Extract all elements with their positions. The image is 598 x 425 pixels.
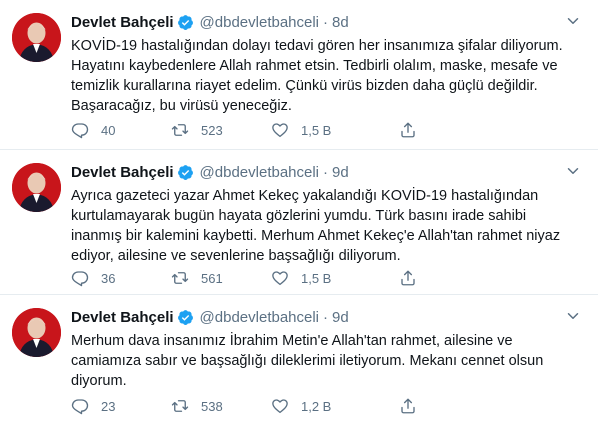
retweet-button[interactable]: 538 xyxy=(171,397,271,415)
author-handle[interactable]: @dbdevletbahceli xyxy=(200,164,319,181)
like-button[interactable]: 1,5 B xyxy=(271,269,371,287)
tweet-feed: Devlet Bahçeli @dbdevletbahceli · 8d KOV… xyxy=(0,0,598,425)
share-button[interactable] xyxy=(399,397,429,415)
avatar[interactable] xyxy=(12,163,61,212)
verified-badge-icon xyxy=(177,14,194,31)
retweet-icon xyxy=(171,121,189,139)
retweet-icon xyxy=(171,269,189,287)
tweet-text-line: Ayrıca gazeteci yazar Ahmet Kekeç yakala… xyxy=(71,188,539,204)
separator-dot: · xyxy=(323,308,329,326)
tweet-actions: 23 538 1,2 B xyxy=(71,396,501,416)
tweet-text-line: Hayatını kaybedenlere Allah rahmet etsin… xyxy=(71,58,558,74)
like-button[interactable]: 1,2 B xyxy=(271,397,371,415)
tweet[interactable]: Devlet Bahçeli @dbdevletbahceli · 9d Ayr… xyxy=(0,150,598,295)
share-button[interactable] xyxy=(399,269,429,287)
reply-count: 23 xyxy=(101,398,116,414)
tweet-text-line: camiamıza sabır ve başsağlığı dileklerim… xyxy=(71,353,544,369)
avatar[interactable] xyxy=(12,308,61,357)
tweet-text: Merhum dava insanımız İbrahim Metin'e Al… xyxy=(71,331,584,391)
tweet-text-line: temizlik kurallarına riayet edelim. Çünk… xyxy=(71,78,538,94)
like-button[interactable]: 1,5 B xyxy=(271,121,371,139)
tweet-text: Ayrıca gazeteci yazar Ahmet Kekeç yakala… xyxy=(71,186,584,266)
reply-count: 36 xyxy=(101,270,116,286)
tweet[interactable]: Devlet Bahçeli @dbdevletbahceli · 8d KOV… xyxy=(0,0,598,150)
heart-icon xyxy=(271,397,289,415)
tweet-actions: 36 561 1,5 B xyxy=(71,268,501,288)
reply-icon xyxy=(71,269,89,287)
retweet-count: 523 xyxy=(201,122,223,138)
retweet-count: 561 xyxy=(201,270,223,286)
share-icon xyxy=(399,269,417,287)
heart-icon xyxy=(271,269,289,287)
like-count: 1,5 B xyxy=(301,270,332,286)
retweet-icon xyxy=(171,397,189,415)
like-count: 1,2 B xyxy=(301,398,332,414)
tweet-time[interactable]: 9d xyxy=(332,309,349,326)
share-icon xyxy=(399,397,417,415)
reply-icon xyxy=(71,397,89,415)
heart-icon xyxy=(271,121,289,139)
author-handle[interactable]: @dbdevletbahceli xyxy=(200,309,319,326)
reply-button[interactable]: 40 xyxy=(71,121,171,139)
tweet-content: Devlet Bahçeli @dbdevletbahceli · 8d KOV… xyxy=(71,12,584,116)
tweet-text-line: Merhum dava insanımız İbrahim Metin'e Al… xyxy=(71,333,513,349)
verified-badge-icon xyxy=(177,164,194,181)
reply-button[interactable]: 36 xyxy=(71,269,171,287)
verified-badge-icon xyxy=(177,309,194,326)
chevron-down-icon[interactable] xyxy=(564,12,582,30)
tweet-header: Devlet Bahçeli @dbdevletbahceli · 8d xyxy=(71,12,584,32)
tweet-header: Devlet Bahçeli @dbdevletbahceli · 9d xyxy=(71,162,584,182)
separator-dot: · xyxy=(323,163,329,181)
separator-dot: · xyxy=(323,13,329,31)
retweet-button[interactable]: 561 xyxy=(171,269,271,287)
tweet-text-line: inanmış bir kalemini kaybetti. Merhum Ah… xyxy=(71,228,561,244)
author-handle[interactable]: @dbdevletbahceli xyxy=(200,14,319,31)
retweet-count: 538 xyxy=(201,398,223,414)
tweet-content: Devlet Bahçeli @dbdevletbahceli · 9d Ayr… xyxy=(71,162,584,266)
tweet-text-line: KOVİD-19 hastalığından dolayı tedavi gör… xyxy=(71,38,563,54)
tweet-header: Devlet Bahçeli @dbdevletbahceli · 9d xyxy=(71,307,584,327)
author-name[interactable]: Devlet Bahçeli xyxy=(71,14,174,31)
tweet-text-line: kurtulamayarak bugün hayata gözlerini yu… xyxy=(71,208,527,224)
tweet-time[interactable]: 8d xyxy=(332,14,349,31)
tweet-actions: 40 523 1,5 B xyxy=(71,120,501,140)
author-name[interactable]: Devlet Bahçeli xyxy=(71,164,174,181)
tweet-time[interactable]: 9d xyxy=(332,164,349,181)
chevron-down-icon[interactable] xyxy=(564,162,582,180)
chevron-down-icon[interactable] xyxy=(564,307,582,325)
tweet-content: Devlet Bahçeli @dbdevletbahceli · 9d Mer… xyxy=(71,307,584,391)
reply-button[interactable]: 23 xyxy=(71,397,171,415)
retweet-button[interactable]: 523 xyxy=(171,121,271,139)
like-count: 1,5 B xyxy=(301,122,332,138)
tweet-text-line: Başaracağız, bu virüsü yeneceğiz. xyxy=(71,98,292,114)
tweet-text-line: ediyor, ailesine ve sevenlerine başsağlı… xyxy=(71,248,401,264)
author-name[interactable]: Devlet Bahçeli xyxy=(71,309,174,326)
avatar[interactable] xyxy=(12,13,61,62)
tweet-text: KOVİD-19 hastalığından dolayı tedavi gör… xyxy=(71,36,584,116)
share-button[interactable] xyxy=(399,121,429,139)
reply-icon xyxy=(71,121,89,139)
share-icon xyxy=(399,121,417,139)
tweet[interactable]: Devlet Bahçeli @dbdevletbahceli · 9d Mer… xyxy=(0,295,598,425)
reply-count: 40 xyxy=(101,122,116,138)
tweet-text-line: diyorum. xyxy=(71,373,127,389)
